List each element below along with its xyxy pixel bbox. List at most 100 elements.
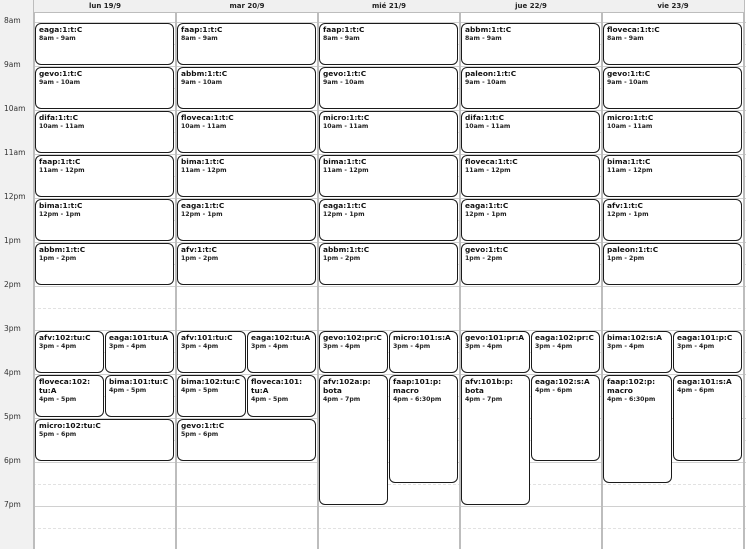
event-title: faap:1:t:C bbox=[181, 25, 223, 34]
event-time: 4pm - 5pm bbox=[39, 396, 77, 403]
event-title: abbm:1:t:C bbox=[465, 25, 512, 34]
hour-label: 12pm bbox=[4, 192, 26, 201]
calendar-event[interactable]: afv:1:t:C 12pm - 1pm bbox=[603, 199, 742, 241]
calendar-event[interactable]: afv:101:tu:C 3pm - 4pm bbox=[177, 331, 246, 373]
event-title: afv:102:tu:C bbox=[39, 333, 91, 342]
event-title: afv:1:t:C bbox=[607, 201, 643, 210]
calendar-event[interactable]: floveca:1:t:C 11am - 12pm bbox=[461, 155, 600, 197]
day-column-divider bbox=[743, 0, 745, 549]
calendar-event[interactable]: difa:1:t:C 10am - 11am bbox=[461, 111, 600, 153]
day-header[interactable]: jue 22/9 bbox=[460, 0, 602, 13]
calendar-event[interactable]: micro:1:t:C 10am - 11am bbox=[603, 111, 742, 153]
calendar-event[interactable]: paleon:1:t:C 1pm - 2pm bbox=[603, 243, 742, 285]
event-time: 3pm - 4pm bbox=[607, 343, 645, 350]
calendar-event[interactable]: faap:101:p: macro 4pm - 6:30pm bbox=[389, 375, 458, 483]
event-title: faap:101:p: macro bbox=[393, 377, 442, 395]
event-time: 5pm - 6pm bbox=[181, 431, 219, 438]
half-hour-gridline bbox=[33, 528, 746, 529]
calendar-event[interactable]: faap:1:t:C 8am - 9am bbox=[177, 23, 316, 65]
event-time: 8am - 9am bbox=[465, 35, 502, 42]
event-time: 3pm - 4pm bbox=[677, 343, 715, 350]
event-time: 10am - 11am bbox=[181, 123, 227, 130]
day-header[interactable]: vie 23/9 bbox=[602, 0, 744, 13]
event-title: micro:1:t:C bbox=[607, 113, 654, 122]
calendar-event[interactable]: micro:1:t:C 10am - 11am bbox=[319, 111, 458, 153]
event-time: 9am - 10am bbox=[39, 79, 81, 86]
day-header[interactable]: mié 21/9 bbox=[318, 0, 460, 13]
day-header[interactable]: mar 20/9 bbox=[176, 0, 318, 13]
calendar-event[interactable]: difa:1:t:C 10am - 11am bbox=[35, 111, 174, 153]
event-time: 8am - 9am bbox=[323, 35, 360, 42]
event-time: 10am - 11am bbox=[465, 123, 511, 130]
calendar-event[interactable]: micro:101:s:A 3pm - 4pm bbox=[389, 331, 458, 373]
event-title: paleon:1:t:C bbox=[607, 245, 659, 254]
calendar-event[interactable]: afv:102a:p: bota 4pm - 7pm bbox=[319, 375, 388, 505]
calendar-event[interactable]: eaga:102:tu:A 3pm - 4pm bbox=[247, 331, 316, 373]
calendar-event[interactable]: abbm:1:t:C 8am - 9am bbox=[461, 23, 600, 65]
calendar-event[interactable]: bima:101:tu:C 4pm - 5pm bbox=[105, 375, 174, 417]
event-time: 10am - 11am bbox=[39, 123, 85, 130]
calendar-event[interactable]: bima:1:t:C 12pm - 1pm bbox=[35, 199, 174, 241]
calendar-event[interactable]: bima:1:t:C 11am - 12pm bbox=[319, 155, 458, 197]
calendar-event[interactable]: faap:1:t:C 8am - 9am bbox=[319, 23, 458, 65]
calendar-event[interactable]: bima:1:t:C 11am - 12pm bbox=[603, 155, 742, 197]
calendar-event[interactable]: abbm:1:t:C 1pm - 2pm bbox=[319, 243, 458, 285]
hour-label: 6pm bbox=[4, 456, 21, 465]
event-title: gevo:101:pr:A bbox=[465, 333, 525, 342]
calendar-event[interactable]: abbm:1:t:C 9am - 10am bbox=[177, 67, 316, 109]
calendar-event[interactable]: gevo:1:t:C 9am - 10am bbox=[319, 67, 458, 109]
calendar-event[interactable]: eaga:101:s:A 4pm - 6pm bbox=[673, 375, 742, 461]
calendar-event[interactable]: eaga:1:t:C 12pm - 1pm bbox=[461, 199, 600, 241]
event-title: gevo:1:t:C bbox=[607, 69, 651, 78]
event-title: micro:101:s:A bbox=[393, 333, 451, 342]
hour-label: 11am bbox=[4, 148, 26, 157]
event-time: 9am - 10am bbox=[181, 79, 223, 86]
calendar-event[interactable]: abbm:1:t:C 1pm - 2pm bbox=[35, 243, 174, 285]
event-title: floveca:1:t:C bbox=[607, 25, 660, 34]
event-title: afv:101:tu:C bbox=[181, 333, 233, 342]
event-title: floveca:1:t:C bbox=[181, 113, 234, 122]
calendar-event[interactable]: faap:102:p: macro 4pm - 6:30pm bbox=[603, 375, 672, 483]
event-time: 4pm - 5pm bbox=[109, 387, 147, 394]
event-title: gevo:102:pr:C bbox=[323, 333, 382, 342]
calendar-event[interactable]: afv:1:t:C 1pm - 2pm bbox=[177, 243, 316, 285]
calendar-event[interactable]: eaga:1:t:C 8am - 9am bbox=[35, 23, 174, 65]
calendar-event[interactable]: floveca:101: tu:A 4pm - 5pm bbox=[247, 375, 316, 417]
hour-label: 8am bbox=[4, 16, 21, 25]
calendar-event[interactable]: bima:102:s:A 3pm - 4pm bbox=[603, 331, 672, 373]
calendar-event[interactable]: gevo:1:t:C 1pm - 2pm bbox=[461, 243, 600, 285]
calendar-event[interactable]: eaga:1:t:C 12pm - 1pm bbox=[177, 199, 316, 241]
calendar-event[interactable]: eaga:101:p:C 3pm - 4pm bbox=[673, 331, 742, 373]
calendar-event[interactable]: floveca:102: tu:A 4pm - 5pm bbox=[35, 375, 104, 417]
event-title: afv:102a:p: bota bbox=[323, 377, 371, 395]
calendar-event[interactable]: faap:1:t:C 11am - 12pm bbox=[35, 155, 174, 197]
calendar-event[interactable]: gevo:1:t:C 9am - 10am bbox=[603, 67, 742, 109]
calendar-event[interactable]: bima:1:t:C 11am - 12pm bbox=[177, 155, 316, 197]
calendar-event[interactable]: micro:102:tu:C 5pm - 6pm bbox=[35, 419, 174, 461]
calendar-event[interactable]: floveca:1:t:C 10am - 11am bbox=[177, 111, 316, 153]
calendar-event[interactable]: gevo:102:pr:C 3pm - 4pm bbox=[319, 331, 388, 373]
calendar-event[interactable]: eaga:1:t:C 12pm - 1pm bbox=[319, 199, 458, 241]
calendar-event[interactable]: gevo:1:t:C 5pm - 6pm bbox=[177, 419, 316, 461]
calendar-event[interactable]: bima:102:tu:C 4pm - 5pm bbox=[177, 375, 246, 417]
event-title: eaga:102:pr:C bbox=[535, 333, 594, 342]
event-time: 12pm - 1pm bbox=[465, 211, 507, 218]
event-title: paleon:1:t:C bbox=[465, 69, 517, 78]
event-time: 4pm - 6pm bbox=[535, 387, 573, 394]
half-hour-gridline bbox=[33, 484, 746, 485]
calendar-event[interactable]: eaga:102:s:A 4pm - 6pm bbox=[531, 375, 600, 461]
calendar-event[interactable]: paleon:1:t:C 9am - 10am bbox=[461, 67, 600, 109]
calendar-event[interactable]: afv:101b:p: bota 4pm - 7pm bbox=[461, 375, 530, 505]
event-title: difa:1:t:C bbox=[465, 113, 504, 122]
calendar-event[interactable]: gevo:1:t:C 9am - 10am bbox=[35, 67, 174, 109]
calendar-event[interactable]: afv:102:tu:C 3pm - 4pm bbox=[35, 331, 104, 373]
day-header[interactable]: lun 19/9 bbox=[34, 0, 176, 13]
event-title: difa:1:t:C bbox=[39, 113, 78, 122]
event-title: eaga:101:s:A bbox=[677, 377, 732, 386]
calendar-event[interactable]: floveca:1:t:C 8am - 9am bbox=[603, 23, 742, 65]
calendar-event[interactable]: gevo:101:pr:A 3pm - 4pm bbox=[461, 331, 530, 373]
event-time: 4pm - 6:30pm bbox=[393, 396, 442, 403]
calendar-event[interactable]: eaga:101:tu:A 3pm - 4pm bbox=[105, 331, 174, 373]
calendar-event[interactable]: eaga:102:pr:C 3pm - 4pm bbox=[531, 331, 600, 373]
event-time: 8am - 9am bbox=[39, 35, 76, 42]
